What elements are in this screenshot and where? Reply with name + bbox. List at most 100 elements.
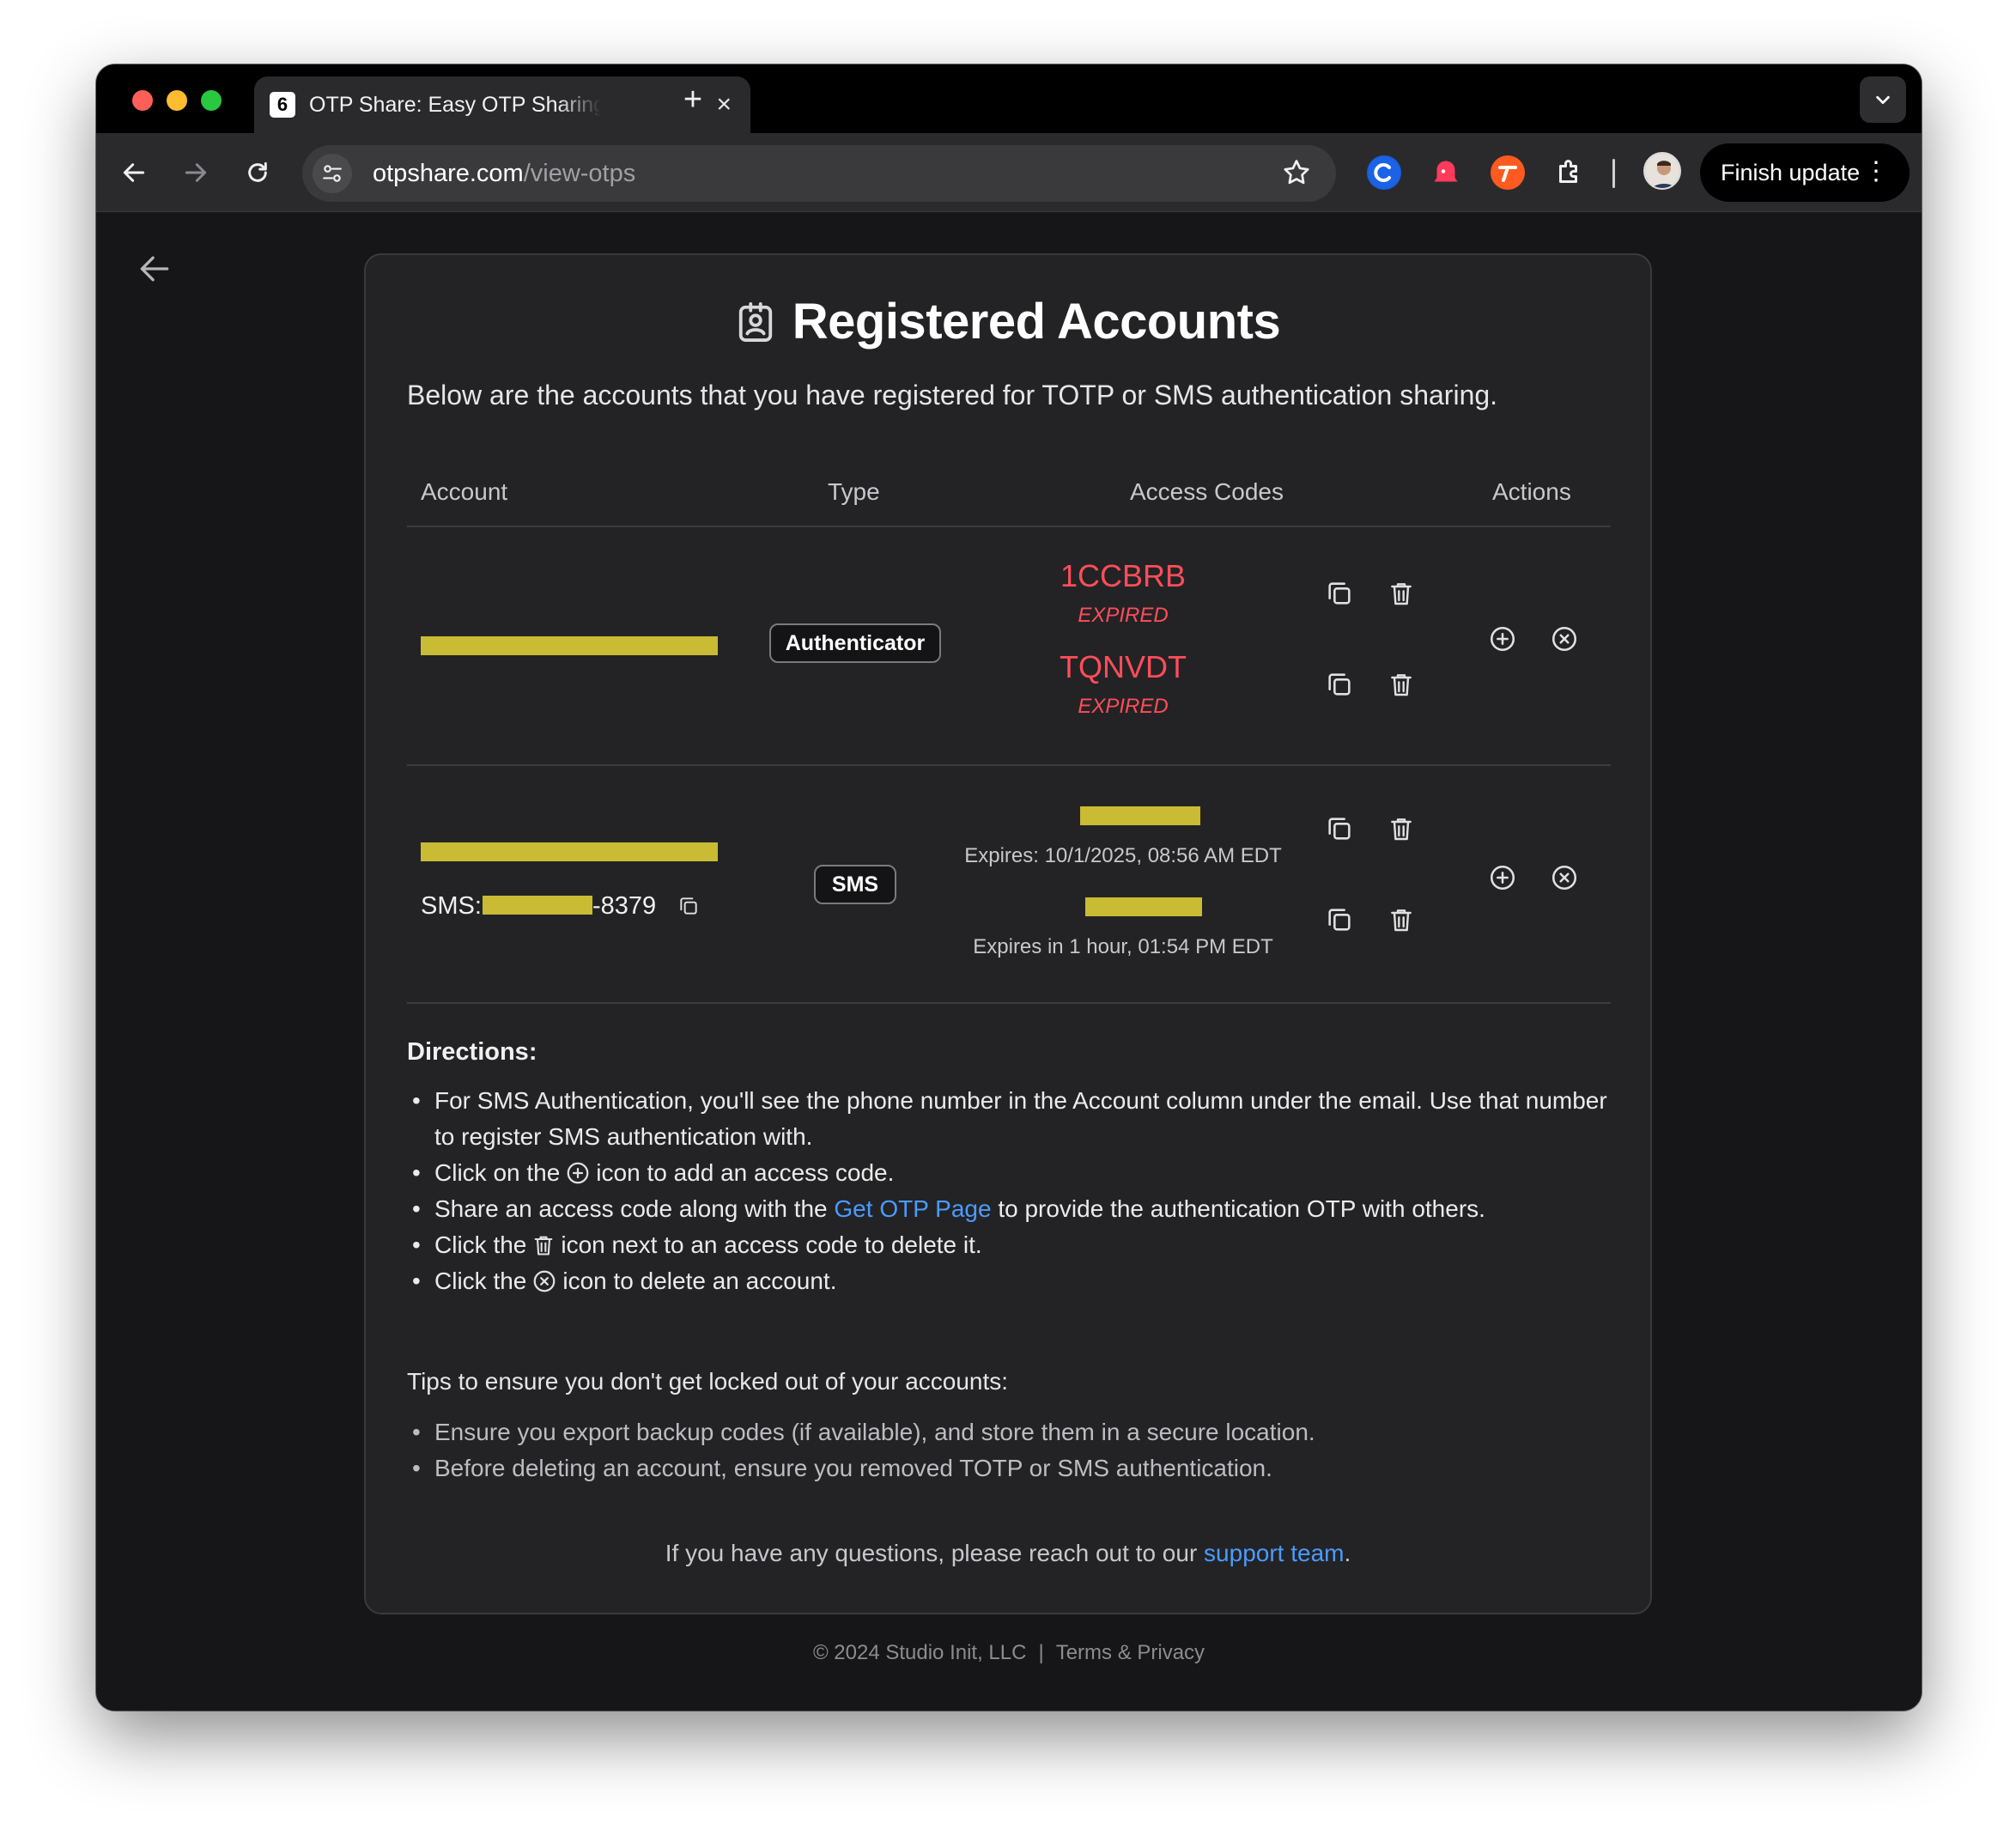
access-code: 1CCBRB [1060, 558, 1187, 593]
sms-phone-suffix: -8379 [592, 892, 657, 920]
direction-item: For SMS Authentication, you'll see the p… [407, 1083, 1618, 1155]
extensions-puzzle-icon[interactable] [1552, 155, 1587, 190]
directions-list: For SMS Authentication, you'll see the p… [407, 1083, 1618, 1299]
title-bar: 6 OTP Share: Easy OTP Sharing × + [96, 64, 1922, 133]
extension-red-icon[interactable] [1429, 155, 1463, 190]
direction-text: Click the [434, 1268, 527, 1294]
redacted-email [421, 636, 718, 655]
trash-icon [1391, 909, 1412, 932]
x-circle-icon [1551, 865, 1577, 891]
direction-text: Share an access code along with the [434, 1195, 828, 1222]
tab-search-button[interactable] [1860, 76, 1906, 123]
delete-account-button[interactable] [1549, 623, 1580, 654]
direction-text: icon next to an access code to delete it… [561, 1231, 982, 1258]
extension-c-icon[interactable] [1367, 155, 1401, 190]
support-team-link[interactable]: support team [1204, 1540, 1344, 1566]
reload-button[interactable] [239, 154, 276, 192]
finish-update-button[interactable]: Finish update ⋮ [1700, 143, 1910, 202]
tab-title: OTP Share: Easy OTP Sharing [309, 92, 601, 117]
direction-item: Click on the icon to add an access code. [407, 1155, 1618, 1191]
tune-icon [323, 165, 342, 182]
column-header-account: Account [421, 478, 508, 505]
extension-t-icon[interactable] [1491, 155, 1525, 190]
redacted-email [421, 842, 718, 861]
direction-text: For SMS Authentication, you'll see the p… [434, 1087, 1607, 1150]
url-host: otpshare.com [373, 159, 524, 187]
direction-text: Click the [434, 1231, 527, 1258]
page-viewport: Registered Accounts Below are the accoun… [96, 212, 1922, 1711]
copy-phone-button[interactable] [673, 891, 704, 921]
plus-circle-icon [1490, 626, 1515, 652]
copy-code-button[interactable] [1324, 904, 1355, 935]
tip-text: Before deleting an account, ensure you r… [434, 1455, 1272, 1481]
forward-button[interactable] [177, 154, 215, 192]
maximize-window-button[interactable] [201, 90, 222, 111]
browser-window: 6 OTP Share: Easy OTP Sharing × + otpsha… [96, 64, 1922, 1711]
copy-code-button[interactable] [1324, 578, 1355, 609]
access-code: TQNVDT [1060, 649, 1187, 684]
browser-menu-icon[interactable]: ⋮ [1863, 159, 1889, 185]
copy-icon [1328, 673, 1351, 696]
accounts-card: Registered Accounts Below are the accoun… [364, 253, 1652, 1614]
support-note-end: . [1344, 1540, 1351, 1566]
minimize-window-button[interactable] [167, 90, 187, 111]
trash-icon [1391, 583, 1412, 605]
sms-prefix: SMS: [421, 892, 482, 920]
back-button[interactable] [115, 154, 153, 192]
page-title-row: Registered Accounts [366, 293, 1650, 350]
page-back-button[interactable] [136, 250, 173, 292]
tip-item: Ensure you export backup codes (if avail… [407, 1414, 1618, 1450]
direction-item: Click the icon next to an access code to … [407, 1227, 1618, 1263]
tip-item: Before deleting an account, ensure you r… [407, 1450, 1618, 1486]
address-bar[interactable]: otpshare.com/view-otps [302, 145, 1336, 202]
direction-text: icon to delete an account. [562, 1268, 837, 1294]
profile-avatar[interactable] [1643, 152, 1681, 190]
trash-icon [1391, 674, 1412, 696]
new-tab-button[interactable]: + [673, 80, 713, 119]
header-divider [407, 526, 1611, 527]
url-path: /view-otps [523, 159, 636, 187]
add-access-code-button[interactable] [1487, 862, 1518, 893]
delete-code-button[interactable] [1386, 904, 1417, 935]
support-note-text: If you have any questions, please reach … [665, 1540, 1198, 1566]
page-footer: © 2024 Studio Init, LLC | Terms & Privacy [96, 1641, 1922, 1665]
bookmark-star-icon[interactable] [1281, 157, 1312, 192]
reload-icon [248, 161, 267, 182]
add-access-code-button[interactable] [1487, 623, 1518, 654]
redacted-phone [483, 896, 592, 915]
tips-title: Tips to ensure you don't get locked out … [407, 1368, 1009, 1395]
column-header-type: Type [828, 478, 880, 505]
copy-code-button[interactable] [1324, 669, 1355, 700]
redacted-code [1085, 897, 1202, 916]
delete-code-button[interactable] [1386, 669, 1417, 700]
direction-text: Click on the [434, 1159, 561, 1186]
row-divider [407, 764, 1611, 766]
type-badge: Authenticator [769, 623, 941, 663]
url-text: otpshare.com/view-otps [373, 160, 635, 188]
footer-separator: | [1038, 1641, 1044, 1664]
chevron-down-icon [1876, 95, 1890, 105]
row-divider [407, 1002, 1611, 1004]
delete-code-button[interactable] [1386, 813, 1417, 844]
copyright-text: © 2024 Studio Init, LLC [812, 1641, 1027, 1664]
trash-icon [1391, 818, 1412, 841]
close-window-button[interactable] [132, 90, 153, 111]
arrow-left-icon [123, 163, 145, 182]
copy-icon [680, 897, 697, 915]
access-code-expiry: Expires: 10/1/2025, 08:56 AM EDT [964, 844, 1282, 867]
favicon-icon: 6 [270, 92, 295, 118]
tab-close-icon[interactable]: × [716, 90, 732, 119]
trash-icon [534, 1236, 553, 1255]
delete-account-button[interactable] [1549, 862, 1580, 893]
column-header-actions: Actions [1492, 478, 1571, 505]
get-otp-page-link[interactable]: Get OTP Page [834, 1195, 991, 1222]
browser-toolbar: otpshare.com/view-otps Finish update ⋮ [96, 133, 1922, 212]
access-code-status: EXPIRED [1078, 695, 1169, 718]
terms-privacy-link[interactable]: Terms & Privacy [1056, 1641, 1205, 1664]
delete-code-button[interactable] [1386, 578, 1417, 609]
copy-code-button[interactable] [1324, 813, 1355, 844]
copy-icon [1328, 582, 1351, 605]
plus-circle-icon [1490, 865, 1515, 891]
x-circle-icon [534, 1270, 556, 1292]
site-info-button[interactable] [313, 154, 352, 193]
